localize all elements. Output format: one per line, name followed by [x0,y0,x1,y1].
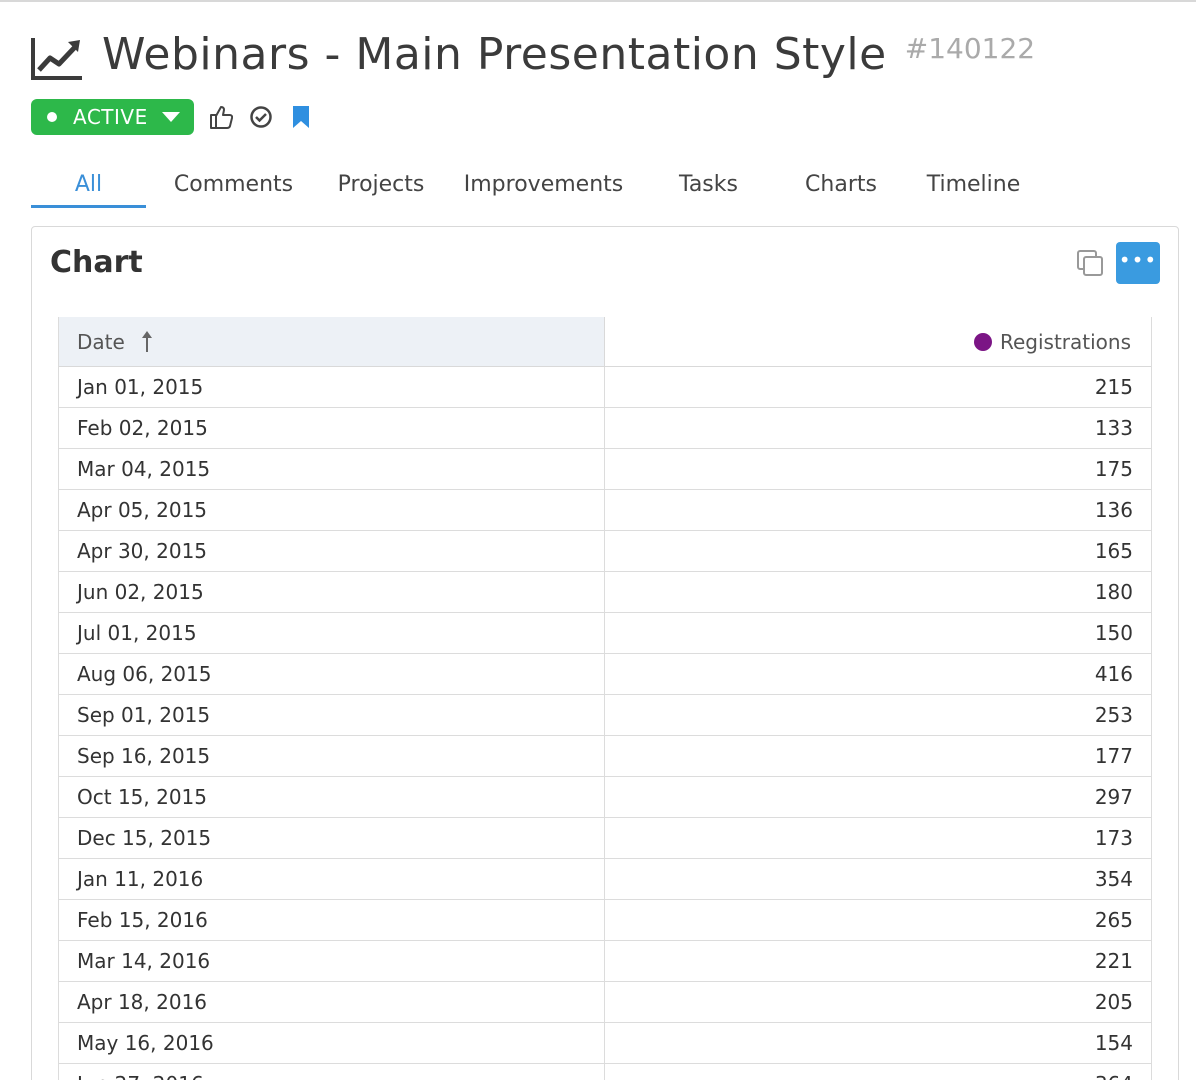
tab-tasks[interactable]: Tasks [646,166,771,208]
table-row: Sep 16, 2015 177 [59,736,1151,777]
table-body: Jan 01, 2015 215 Feb 02, 2015 133 Mar 04, 20… [59,367,1151,1080]
table-row: Feb 02, 2015 133 [59,408,1151,449]
tab-timeline[interactable]: Timeline [911,166,1036,208]
cell-date: Dec 15, 2015 [59,818,605,858]
cell-registrations: 297 [1094,785,1133,809]
table-row: Dec 15, 2015 173 [59,818,1151,859]
cell-registrations: 416 [1094,662,1133,686]
table-header: Date Registrations [59,317,1151,367]
cell-registrations: 150 [1094,621,1133,645]
cell-registrations: 165 [1094,539,1133,563]
status-dropdown[interactable]: ACTIVE [31,99,194,135]
cell-date: Mar 04, 2015 [59,449,605,489]
chart-card: Chart ••• Date Registrations Jan 01, 201… [31,226,1179,1080]
page-header: Webinars - Main Presentation Style #1401… [30,28,1035,82]
cell-registrations: 364 [605,1064,1151,1080]
column-header-date[interactable]: Date [59,317,605,366]
cell-date: Jan 01, 2015 [59,367,605,407]
tab-comments[interactable]: Comments [146,166,321,208]
cell-registrations: 265 [1094,908,1133,932]
tab-charts[interactable]: Charts [771,166,911,208]
sort-ascending-icon [141,330,152,352]
table-row: Mar 04, 2015 175 [59,449,1151,490]
series-legend-dot [973,332,992,351]
status-dot-icon [47,112,57,122]
cell-date: Apr 18, 2016 [59,982,605,1022]
cell-registrations: 180 [1094,580,1133,604]
cell-date: Oct 15, 2015 [59,777,605,817]
cell-date: Apr 05, 2015 [59,490,605,530]
table-row: Jun 02, 2015 180 [59,572,1151,613]
cell-date: Sep 16, 2015 [59,736,605,776]
cell-date: Apr 30, 2015 [59,531,605,571]
cell-registrations: 221 [1094,949,1133,973]
thumbs-up-icon[interactable] [208,103,234,131]
cell-registrations: 253 [1094,703,1133,727]
column-header-date-label: Date [77,329,125,354]
cell-date: Aug 06, 2015 [59,654,605,694]
table-row: Oct 15, 2015 297 [59,777,1151,818]
check-circle-icon[interactable] [248,103,274,131]
column-header-registrations[interactable]: Registrations [605,317,1151,366]
table-row: Aug 06, 2015 416 [59,654,1151,695]
status-row: ACTIVE [31,99,314,135]
cell-registrations: 215 [1094,375,1133,399]
card-title: Chart [50,245,143,280]
table-row: Jun 27, 2016364 [59,1064,1151,1080]
table-row: Jul 01, 2015 150 [59,613,1151,654]
table-row: Mar 14, 2016 221 [59,941,1151,982]
cell-date: Mar 14, 2016 [59,941,605,981]
cell-date: Jan 11, 2016 [59,859,605,899]
item-id: #140122 [904,32,1036,65]
cell-registrations: 175 [1094,457,1133,481]
table-row: Apr 18, 2016 205 [59,982,1151,1023]
cell-registrations: 205 [1094,990,1133,1014]
column-header-registrations-label: Registrations [999,329,1131,354]
card-actions: ••• [1074,242,1160,284]
cell-registrations: 133 [1094,416,1133,440]
cell-date: Feb 02, 2015 [59,408,605,448]
tab-improvements[interactable]: Improvements [441,166,646,208]
cell-date: Jul 01, 2015 [59,613,605,653]
table-row: Jan 11, 2016 354 [59,859,1151,900]
cell-date: Jun 27, 2016 [59,1064,605,1080]
table-row: May 16, 2016 154 [59,1023,1151,1064]
cell-date: Jun 02, 2015 [59,572,605,612]
more-options-button[interactable]: ••• [1116,242,1160,284]
table-row: Apr 05, 2015 136 [59,490,1151,531]
data-table: Date Registrations Jan 01, 2015 215 Feb 02… [58,317,1152,1080]
page: Webinars - Main Presentation Style #1401… [0,0,1196,1080]
cell-registrations: 136 [1094,498,1133,522]
cell-date: Feb 15, 2016 [59,900,605,940]
line-chart-icon [31,38,82,80]
cell-registrations: 177 [1094,744,1133,768]
chevron-down-icon [161,112,180,122]
tab-all[interactable]: All [31,166,146,208]
copy-icon[interactable] [1074,247,1106,279]
tab-projects[interactable]: Projects [321,166,441,208]
table-row: Sep 01, 2015 253 [59,695,1151,736]
table-row: Feb 15, 2016 265 [59,900,1151,941]
cell-registrations: 154 [1094,1031,1133,1055]
table-row: Jan 01, 2015 215 [59,367,1151,408]
bookmark-icon[interactable] [288,103,314,131]
tab-bar: All Comments Projects Improvements Tasks… [31,166,1036,210]
cell-date: May 16, 2016 [59,1023,605,1063]
cell-registrations: 354 [1094,867,1133,891]
page-title: Webinars - Main Presentation Style [102,29,887,80]
more-icon: ••• [1118,248,1158,272]
table-row: Apr 30, 2015 165 [59,531,1151,572]
status-label: ACTIVE [73,105,148,129]
cell-date: Sep 01, 2015 [59,695,605,735]
cell-registrations: 173 [1094,826,1133,850]
